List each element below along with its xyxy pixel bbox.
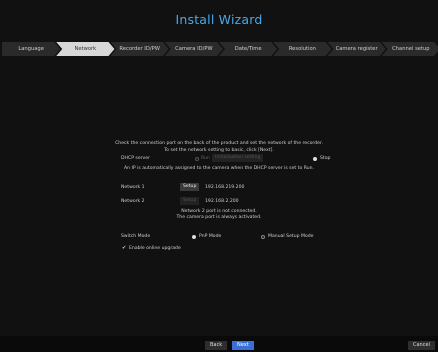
network2-note-line-2: The camera port is always activated. (176, 215, 262, 221)
cancel-button[interactable]: Cancel (408, 341, 435, 350)
step-channel-setup[interactable]: Channel setup (382, 42, 438, 56)
next-button[interactable]: Next (232, 341, 254, 350)
pnp-mode-radio[interactable] (192, 235, 196, 239)
dhcp-run-radio[interactable] (195, 157, 199, 161)
step-camera-id-pw[interactable]: Camera ID/PW (165, 42, 223, 56)
network1-setup-button[interactable]: Setup (180, 183, 200, 191)
network2-note: Network 2 port is not connected. The cam… (0, 209, 438, 221)
step-resolution[interactable]: Resolution (273, 42, 331, 56)
step-language[interactable]: Language (2, 42, 60, 56)
manual-setup-mode-label: Manual Setup Mode (268, 234, 314, 239)
online-upgrade-label: Enable online upgrade (129, 246, 181, 251)
back-button[interactable]: Back (205, 341, 228, 350)
step-recorder-id-pw[interactable]: Recorder ID/PW (111, 42, 169, 56)
step-date-time[interactable]: Date/Time (219, 42, 277, 56)
dhcp-run-label: Run (201, 156, 210, 161)
step-camera-register[interactable]: Camera register (328, 42, 386, 56)
network2-label: Network 2 (121, 199, 145, 204)
dhcp-label: DHCP server (121, 156, 150, 161)
switch-mode-label: Switch Mode (121, 234, 151, 239)
dhcp-note: An IP is automatically assigned to the c… (123, 166, 315, 171)
wizard-steps: Language Network Recorder ID/PW Camera I… (2, 42, 436, 56)
network2-ip: 192.168.2.200 (205, 199, 239, 204)
online-upgrade-checkbox[interactable]: ✔ (122, 245, 126, 251)
intro-text: Check the connection port on the back of… (0, 141, 438, 154)
dhcp-stop-radio[interactable] (313, 157, 317, 161)
dhcp-stop-label: Stop (320, 156, 331, 161)
network1-label: Network 1 (121, 185, 145, 190)
network2-setup-button[interactable]: Setup (180, 197, 200, 205)
network1-ip: 192.168.219.200 (205, 185, 245, 190)
step-network[interactable]: Network (56, 42, 114, 56)
install-wizard-window: Install Wizard Language Network Recorder… (0, 0, 438, 352)
page-title: Install Wizard (175, 12, 263, 27)
manual-setup-mode-radio[interactable] (261, 235, 265, 239)
pnp-mode-label: PnP Mode (199, 234, 222, 239)
initialization-setting-button[interactable]: Initialization setting (212, 154, 264, 162)
